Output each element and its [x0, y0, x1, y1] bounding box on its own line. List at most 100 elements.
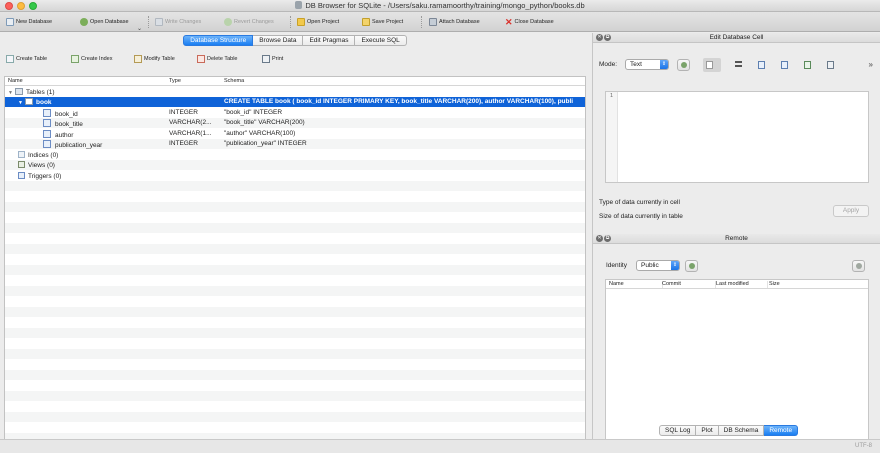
tree-row-field[interactable]: publication_year INTEGER "publication_ye… — [5, 138, 585, 149]
more-options-icon[interactable]: » — [869, 60, 873, 69]
field-icon — [43, 129, 51, 138]
tree-row-tables[interactable]: ▼ Tables (1) — [5, 86, 585, 97]
empty-row — [5, 180, 585, 191]
cell-editor[interactable]: 1 — [605, 91, 869, 183]
column-header-type[interactable]: Type — [169, 78, 181, 84]
dock-float-icon[interactable]: ⧉ — [604, 34, 611, 41]
set-null-icon[interactable] — [801, 58, 813, 72]
identity-action-icon — [689, 263, 695, 269]
dock-tabs: SQL Log Plot DB Schema Remote — [659, 425, 799, 436]
tree-row-field[interactable]: book_id INTEGER "book_id" INTEGER — [5, 107, 585, 118]
mode-label: Mode: — [599, 61, 618, 68]
empty-row — [5, 317, 585, 328]
disclosure-triangle-icon[interactable]: ▼ — [18, 100, 25, 106]
export-icon[interactable] — [778, 58, 790, 72]
empty-row — [5, 222, 585, 233]
remote-table-header: Name Commit Last modified Size — [606, 280, 868, 289]
modify-table-icon — [134, 55, 142, 63]
column-header-name[interactable]: Name — [8, 78, 23, 84]
tree-row-indices[interactable]: Indices (0) — [5, 149, 585, 160]
chevron-updown-icon: ⇕ — [671, 261, 679, 270]
text-format-icon[interactable] — [703, 58, 721, 72]
empty-row — [5, 338, 585, 349]
tree-row-triggers[interactable]: Triggers (0) — [5, 170, 585, 181]
attach-database-icon — [429, 18, 437, 26]
column-header-name[interactable]: Name — [609, 281, 663, 288]
column-header-last-modified[interactable]: Last modified — [716, 281, 768, 288]
open-database-dropdown-icon[interactable]: ⌄ — [137, 25, 142, 32]
tree-rows: ▼ Tables (1) ▼ book CREATE TABLE book ( bo… — [5, 86, 585, 453]
tab-browse-data[interactable]: Browse Data — [253, 35, 304, 46]
empty-row — [5, 401, 585, 412]
open-project-button[interactable]: Open Project — [297, 16, 339, 28]
field-icon — [43, 119, 51, 127]
revert-changes-icon — [224, 18, 232, 26]
print-icon — [262, 55, 270, 63]
status-bar: UTF-8 — [0, 439, 880, 453]
empty-row — [5, 380, 585, 391]
dock-close-icon[interactable]: ✕ — [596, 235, 603, 242]
database-structure-pane: Database Structure Browse Data Edit Prag… — [0, 33, 590, 453]
empty-row — [5, 306, 585, 317]
tab-database-structure[interactable]: Database Structure — [183, 35, 254, 46]
format-icons — [703, 58, 836, 72]
write-changes-icon — [155, 18, 163, 26]
database-file-icon — [295, 1, 303, 9]
tab-sql-log[interactable]: SQL Log — [659, 425, 697, 436]
field-icon — [43, 140, 51, 148]
triggers-icon — [18, 171, 25, 179]
window-titlebar: DB Browser for SQLite - /Users/saku.rama… — [0, 0, 880, 12]
empty-row — [5, 327, 585, 338]
new-database-button[interactable]: New Database — [6, 16, 52, 28]
create-table-button[interactable]: Create Table — [6, 55, 47, 63]
remote-table: Name Commit Last modified Size — [605, 279, 869, 441]
table-schema: CREATE TABLE book ( book_id INTEGER PRIM… — [224, 98, 574, 105]
create-index-button[interactable]: Create Index — [71, 55, 113, 63]
tables-icon — [15, 87, 23, 95]
empty-row — [5, 422, 585, 433]
column-header-commit[interactable]: Commit — [662, 281, 716, 288]
empty-row — [5, 243, 585, 254]
delete-table-icon — [197, 55, 205, 63]
empty-row — [5, 275, 585, 286]
align-icon[interactable] — [732, 58, 744, 72]
save-project-button[interactable]: Save Project — [362, 16, 403, 28]
identity-label: Identity — [606, 262, 627, 269]
tab-remote[interactable]: Remote — [764, 425, 799, 436]
auto-switch-mode-button[interactable] — [677, 59, 690, 71]
identity-action-button[interactable] — [685, 260, 698, 272]
mode-select[interactable]: Text ⇕ — [625, 59, 669, 70]
encoding-label: UTF-8 — [855, 443, 872, 449]
remote-settings-button[interactable] — [852, 260, 865, 272]
attach-database-button[interactable]: Attach Database — [429, 16, 480, 28]
disclosure-triangle-icon[interactable]: ▼ — [8, 90, 15, 96]
modify-table-button[interactable]: Modify Table — [134, 55, 175, 63]
identity-select[interactable]: Public ⇕ — [636, 260, 680, 271]
column-header-size[interactable]: Size — [769, 281, 809, 288]
import-icon[interactable] — [755, 58, 767, 72]
dock-float-icon[interactable]: ⧉ — [604, 235, 611, 242]
tree-row-views[interactable]: Views (0) — [5, 159, 585, 170]
tab-db-schema[interactable]: DB Schema — [718, 425, 765, 436]
main-toolbar: New Database Open Database ⌄ Write Chang… — [0, 12, 880, 32]
tree-row-table-book[interactable]: ▼ book CREATE TABLE book ( book_id INTEGE… — [5, 96, 585, 107]
toolbar-separator — [290, 16, 291, 28]
write-changes-button[interactable]: Write Changes — [155, 16, 201, 28]
tab-edit-pragmas[interactable]: Edit Pragmas — [303, 35, 356, 46]
apply-button[interactable]: Apply — [833, 205, 869, 217]
open-database-button[interactable]: Open Database — [80, 16, 129, 28]
image-icon[interactable] — [824, 58, 836, 72]
delete-table-button[interactable]: Delete Table — [197, 55, 237, 63]
revert-changes-button[interactable]: Revert Changes — [224, 16, 274, 28]
tab-plot[interactable]: Plot — [696, 425, 719, 436]
print-button[interactable]: Print — [262, 55, 283, 63]
dock-close-icon[interactable]: ✕ — [596, 34, 603, 41]
tree-row-field[interactable]: author VARCHAR(1... "author" VARCHAR(100… — [5, 128, 585, 139]
close-database-button[interactable]: ✕ Close Database — [505, 16, 554, 28]
empty-row — [5, 201, 585, 212]
empty-row — [5, 212, 585, 223]
column-header-schema[interactable]: Schema — [224, 78, 244, 84]
empty-row — [5, 233, 585, 244]
tab-execute-sql[interactable]: Execute SQL — [355, 35, 407, 46]
tree-row-field[interactable]: book_title VARCHAR(2... "book_title" VAR… — [5, 117, 585, 128]
